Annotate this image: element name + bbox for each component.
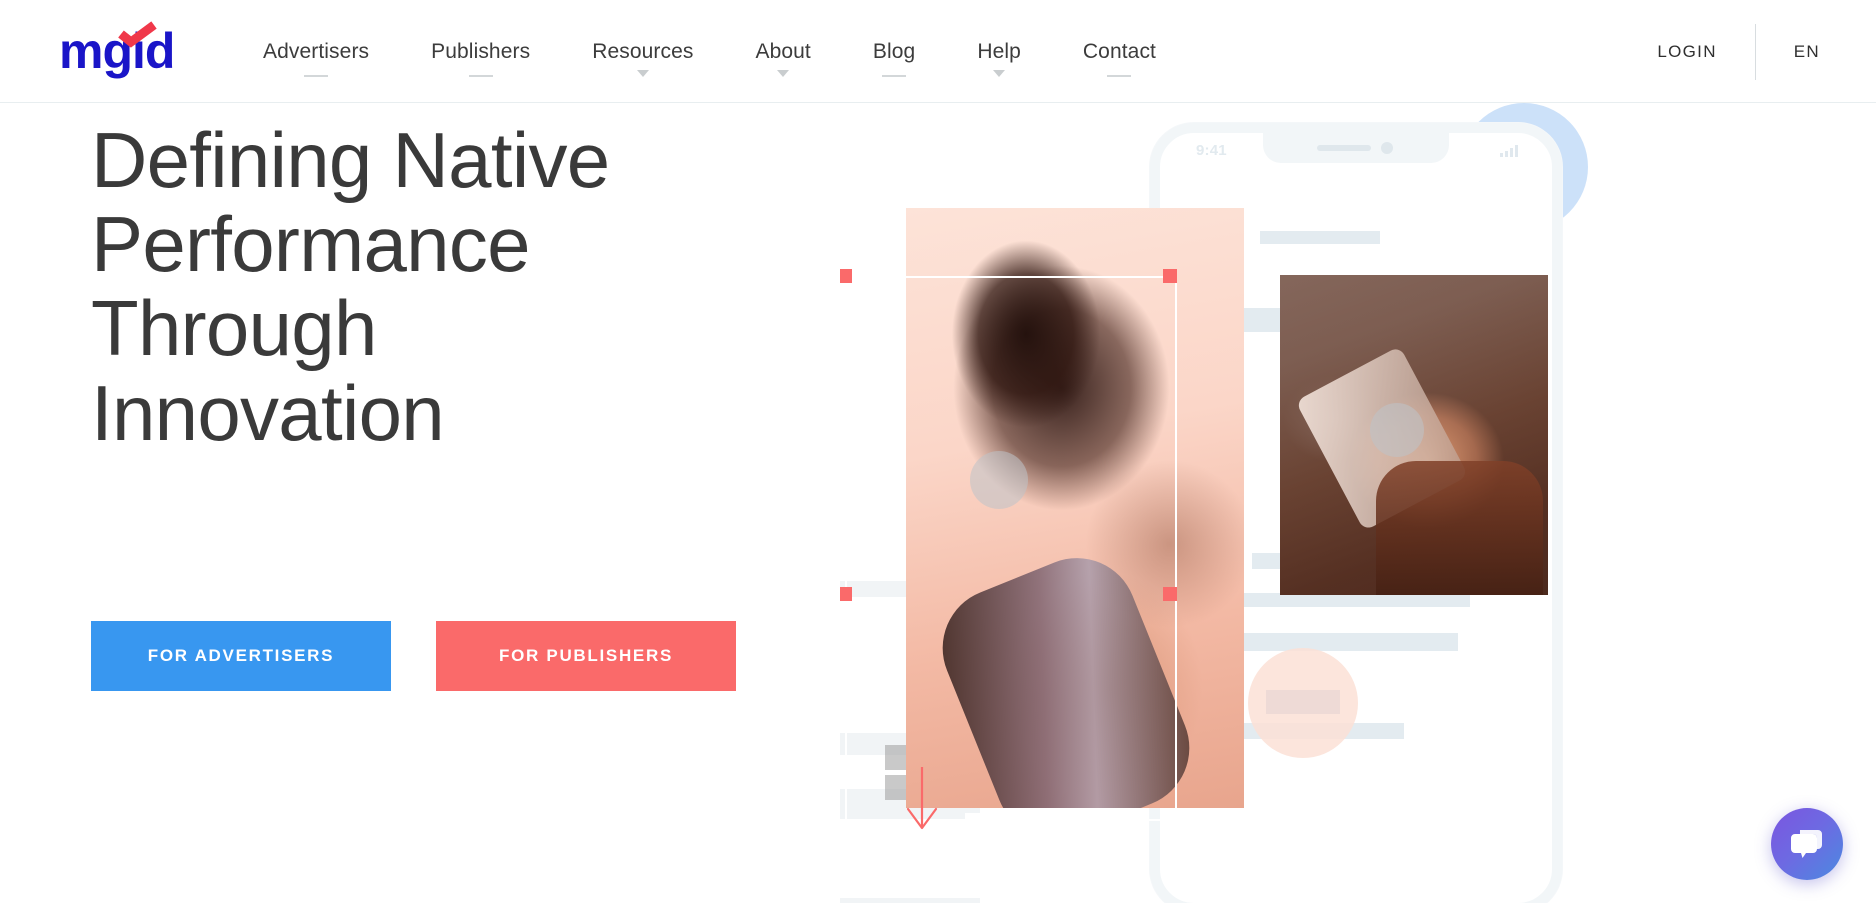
page-title: Defining Native Performance Through Inno… xyxy=(91,118,831,455)
arrow-down-icon xyxy=(906,767,938,830)
skeleton-line xyxy=(840,898,980,903)
nav-label-about: About xyxy=(755,40,811,63)
pink-circle-bar xyxy=(1266,690,1340,714)
hero-photo-holding-hands xyxy=(906,208,1244,808)
glass-overlay-dot xyxy=(1370,403,1424,457)
selection-handle-top-right[interactable] xyxy=(1163,269,1177,283)
nav-label-help: Help xyxy=(977,40,1021,63)
nav-item-help[interactable]: Help xyxy=(946,0,1052,103)
chevron-down-icon-about xyxy=(777,70,790,77)
chat-bubble-icon xyxy=(1791,830,1822,858)
chevron-down-icon-help xyxy=(993,70,1006,77)
hero-illustration: 9:41 xyxy=(840,103,1876,903)
landing-page: mgid Advertisers Publishers Resources Ab… xyxy=(0,0,1876,903)
chevron-down-icon-resources xyxy=(636,70,649,77)
nav-dash-icon-advertisers xyxy=(304,75,329,77)
nav-dash-icon-blog xyxy=(882,75,907,77)
selection-handle-bottom-right[interactable] xyxy=(1163,587,1177,601)
svg-text:mgid: mgid xyxy=(59,23,174,79)
nav-item-advertisers[interactable]: Advertisers xyxy=(232,0,400,103)
nav-label-advertisers: Advertisers xyxy=(263,40,370,63)
phone-notch xyxy=(1263,133,1449,163)
selection-handle-bottom-left[interactable] xyxy=(840,587,852,601)
nav-dash-icon-contact xyxy=(1107,75,1132,77)
selection-handle-top-left[interactable] xyxy=(840,269,852,283)
phone-skeleton-bar xyxy=(1240,593,1470,607)
nav-label-publishers: Publishers xyxy=(431,40,531,63)
nav-item-resources[interactable]: Resources xyxy=(561,0,724,103)
nav-item-publishers[interactable]: Publishers xyxy=(400,0,561,103)
nav-dash-icon-publishers xyxy=(468,75,493,77)
headline-line-2: Performance xyxy=(91,200,531,289)
phone-skeleton-bar xyxy=(1260,231,1380,244)
nav-item-about[interactable]: About xyxy=(724,0,841,103)
hero-cta-group: FOR ADVERTISERS FOR PUBLISHERS xyxy=(91,621,736,691)
site-header: mgid Advertisers Publishers Resources Ab… xyxy=(0,0,1876,103)
header-actions: LOGIN EN xyxy=(1657,0,1876,103)
nav-label-contact: Contact xyxy=(1082,40,1156,63)
nav-label-resources: Resources xyxy=(592,40,694,63)
language-switcher[interactable]: EN xyxy=(1756,42,1876,62)
headline-line-1: Defining Native xyxy=(91,116,610,204)
phone-camera-icon xyxy=(1381,142,1393,154)
login-button[interactable]: LOGIN xyxy=(1657,42,1754,62)
scroll-down-button[interactable] xyxy=(900,765,944,835)
nav-label-blog: Blog xyxy=(872,40,916,63)
hero-copy: Defining Native Performance Through Inno… xyxy=(91,118,831,455)
phone-signal-icon xyxy=(1500,145,1518,157)
headline-line-4: Innovation xyxy=(91,368,445,457)
for-publishers-button[interactable]: FOR PUBLISHERS xyxy=(436,621,736,691)
nav-item-blog[interactable]: Blog xyxy=(842,0,946,103)
headline-line-3: Through xyxy=(91,284,377,373)
for-advertisers-button[interactable]: FOR ADVERTISERS xyxy=(91,621,391,691)
main-navigation: Advertisers Publishers Resources About B… xyxy=(232,0,1187,103)
nav-item-contact[interactable]: Contact xyxy=(1052,0,1187,103)
phone-speaker-icon xyxy=(1317,145,1371,151)
chat-widget-button[interactable] xyxy=(1771,808,1843,880)
phone-status-time: 9:41 xyxy=(1196,142,1227,159)
mgid-logo[interactable]: mgid xyxy=(59,20,177,82)
glass-overlay-dot xyxy=(970,451,1028,509)
